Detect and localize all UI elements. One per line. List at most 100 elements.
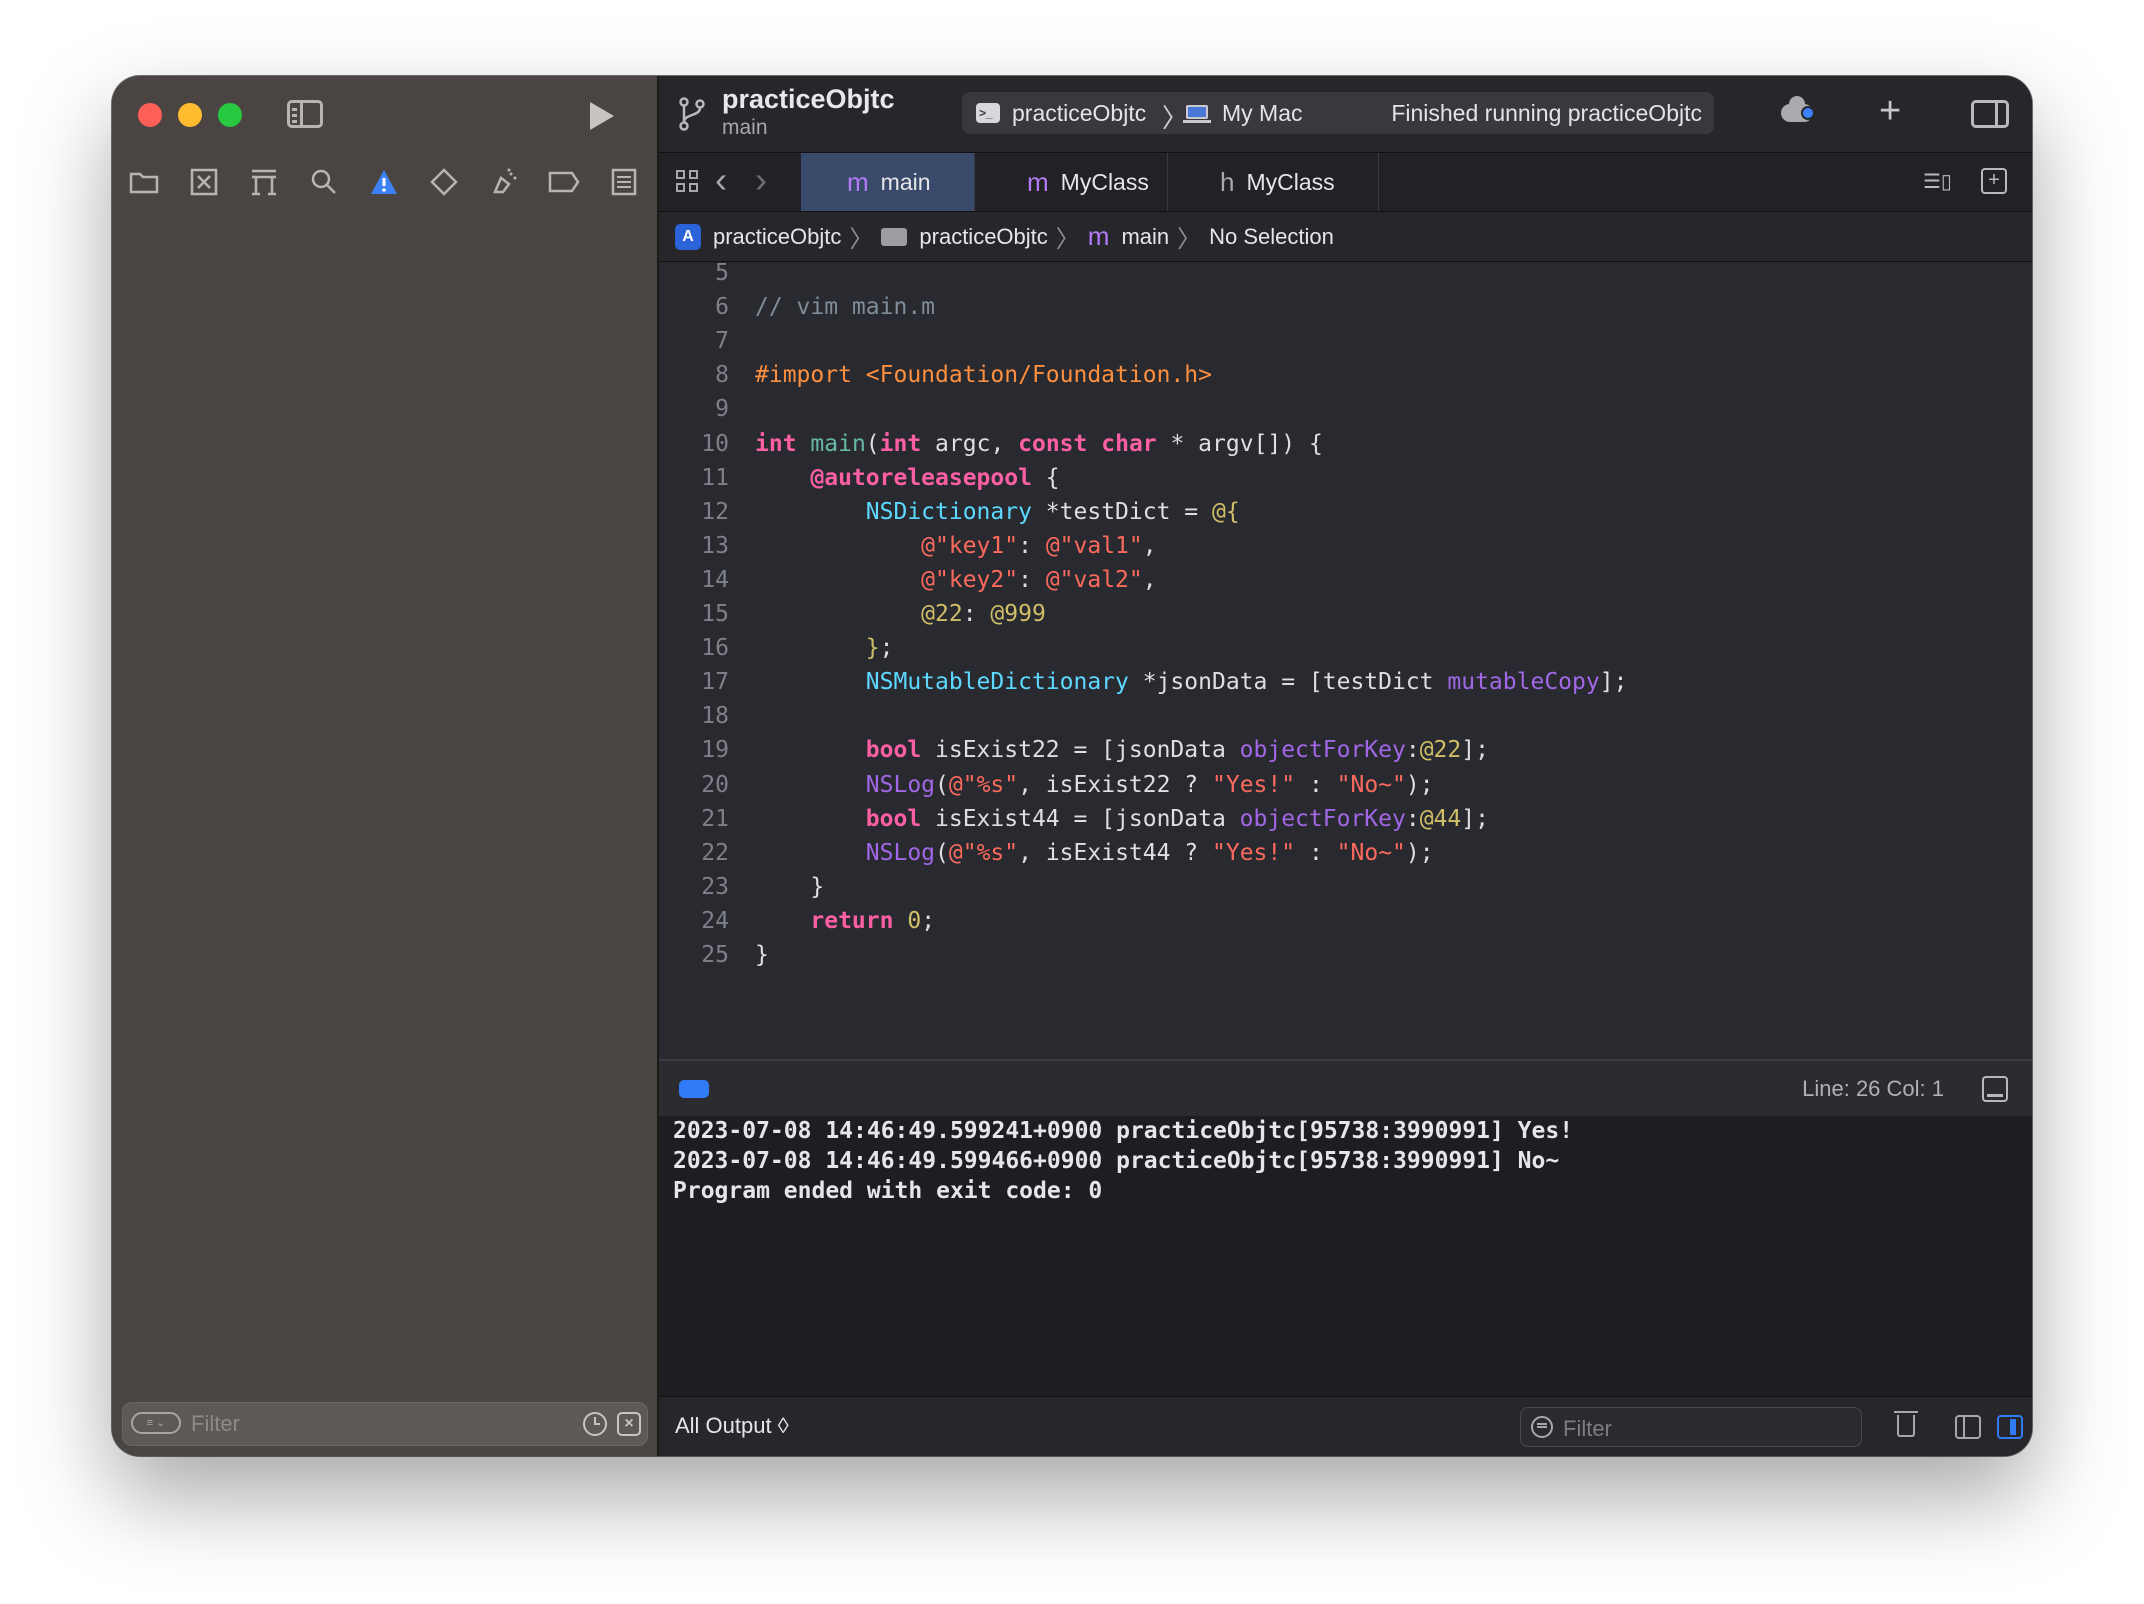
tab-main[interactable]: m main: [801, 153, 975, 211]
toggle-navigator-icon[interactable]: [287, 100, 323, 128]
close-window-button[interactable]: [138, 103, 162, 127]
code-line[interactable]: 11 @autoreleasepool {: [659, 461, 2032, 495]
breakpoints-toggle-button[interactable]: [679, 1080, 709, 1098]
breadcrumb-selection[interactable]: No Selection: [1209, 224, 1334, 250]
code-text: NSLog(@"%s", isExist22 ? "Yes!" : "No~")…: [865, 771, 1434, 798]
line-number: 25: [701, 942, 729, 968]
source-control-filter-icon[interactable]: ×: [617, 1412, 641, 1436]
zoom-window-button[interactable]: [218, 103, 242, 127]
code-line[interactable]: 21 bool isExist44 = [jsonData objectForK…: [659, 802, 2032, 836]
line-number: 24: [701, 907, 729, 934]
line-number: 14: [701, 566, 729, 593]
branch-icon[interactable]: [677, 96, 707, 132]
output-selector[interactable]: All Output ◊: [675, 1413, 789, 1439]
code-line[interactable]: 20 NSLog(@"%s", isExist22 ? "Yes!" : "No…: [659, 768, 2032, 802]
chevron-right-icon: 〉: [849, 226, 874, 253]
toggle-debug-area-icon[interactable]: [1982, 1076, 2008, 1102]
code-text: bool isExist22 = [jsonData objectForKey:…: [865, 737, 1489, 764]
report-icon[interactable]: [608, 166, 640, 198]
show-console-view-icon[interactable]: [1997, 1415, 2023, 1439]
toggle-inspector-icon[interactable]: [1971, 100, 2009, 128]
find-icon[interactable]: [308, 166, 340, 198]
console-footer: All Output ◊ Filter: [659, 1396, 2032, 1456]
line-number: 20: [701, 771, 729, 798]
xcode-window: ≡ ⌄ Filter × practiceObjtc main >_ pract…: [112, 76, 2032, 1456]
debug-icon[interactable]: [488, 166, 520, 198]
chevron-right-icon: 〉: [1162, 103, 1189, 133]
add-editor-icon[interactable]: +: [1981, 168, 2007, 194]
show-variables-view-icon[interactable]: [1955, 1415, 1981, 1439]
code-text: };: [865, 635, 894, 662]
add-library-icon[interactable]: +: [1879, 90, 1901, 133]
code-line[interactable]: 9: [659, 392, 2032, 426]
code-line[interactable]: 15 @22: @999: [659, 597, 2032, 631]
console-line: Program ended with exit code: 0: [673, 1178, 1103, 1204]
code-line[interactable]: 17 NSMutableDictionary *jsonData = [test…: [659, 665, 2032, 699]
line-number: 16: [701, 635, 729, 662]
code-line[interactable]: 7: [659, 324, 2032, 358]
code-line[interactable]: 18: [659, 699, 2032, 733]
source-control-icon[interactable]: [188, 166, 220, 198]
code-text: @"key1": @"val1",: [921, 532, 1157, 559]
chevron-right-icon: 〉: [1177, 226, 1202, 253]
line-number: 17: [701, 669, 729, 696]
window-toolbar: practiceObjtc main >_ practiceObjtc 〉 My…: [659, 76, 2032, 153]
line-number: 19: [701, 737, 729, 764]
code-line[interactable]: 5: [659, 263, 2032, 290]
code-line[interactable]: 10 int main(int argc, const char * argv[]…: [659, 427, 2032, 461]
symbol-icon[interactable]: [248, 166, 280, 198]
destination-selector[interactable]: My Mac: [1222, 100, 1303, 127]
scheme-selector[interactable]: practiceObjtc: [1012, 100, 1146, 127]
trash-icon[interactable]: [1894, 1411, 1918, 1437]
run-button[interactable]: [590, 102, 614, 130]
filter-options-icon[interactable]: ≡ ⌄: [131, 1412, 181, 1434]
console-filter[interactable]: Filter: [1520, 1407, 1862, 1447]
related-items-grid-icon[interactable]: [676, 170, 700, 194]
cloud-icon[interactable]: [1781, 96, 1815, 122]
objc-source-icon: m: [1087, 221, 1110, 251]
branch-name[interactable]: main: [722, 116, 768, 140]
tab-myclass-h[interactable]: h MyClass: [1168, 153, 1379, 211]
code-text: // vim main.m: [755, 294, 936, 321]
tab-label: MyClass: [1060, 168, 1149, 195]
tab-label: MyClass: [1246, 168, 1335, 195]
project-name[interactable]: practiceObjtc: [722, 84, 895, 115]
code-line[interactable]: 19 bool isExist22 = [jsonData objectForK…: [659, 733, 2032, 767]
code-line[interactable]: 24 return 0;: [659, 904, 2032, 938]
console-filter-input[interactable]: Filter: [1563, 1416, 1612, 1442]
breadcrumb-file[interactable]: main: [1121, 224, 1169, 250]
minimize-window-button[interactable]: [178, 103, 202, 127]
navigator-filter-bar[interactable]: ≡ ⌄ Filter ×: [122, 1402, 648, 1446]
code-line[interactable]: 25}: [659, 938, 2032, 972]
line-number: 18: [701, 703, 729, 730]
line-number: 6: [715, 294, 729, 321]
chevron-right-nav-icon[interactable]: ›: [755, 159, 767, 201]
code-line[interactable]: 14 @"key2": @"val2",: [659, 563, 2032, 597]
breakpoint-icon[interactable]: [548, 166, 580, 198]
line-number: 5: [715, 263, 729, 286]
code-line[interactable]: 6 // vim main.m: [659, 290, 2032, 324]
source-editor[interactable]: 5 6 // vim main.m 7 8 #import <Foundation/Fou…: [659, 263, 2032, 1059]
breadcrumb-project[interactable]: practiceObjtc: [713, 224, 841, 250]
breadcrumb-folder[interactable]: practiceObjtc: [919, 224, 1047, 250]
line-number: 10: [701, 430, 729, 457]
navigator-filter-input[interactable]: Filter: [191, 1411, 240, 1437]
tab-myclass-m[interactable]: m MyClass: [975, 153, 1168, 211]
code-line[interactable]: 12 NSDictionary *testDict = @{: [659, 495, 2032, 529]
editor-options-icon[interactable]: ☰▯: [1923, 169, 1963, 195]
activity-status: Finished running practiceObjtc: [1391, 100, 1702, 126]
terminal-icon: >_: [976, 103, 1000, 123]
code-line[interactable]: 13 @"key1": @"val1",: [659, 529, 2032, 563]
folder-icon[interactable]: [128, 166, 160, 198]
test-icon[interactable]: [428, 166, 460, 198]
code-line[interactable]: 22 NSLog(@"%s", isExist44 ? "Yes!" : "No…: [659, 836, 2032, 870]
chevron-left-icon[interactable]: ‹: [715, 159, 727, 201]
code-text: @autoreleasepool {: [810, 464, 1060, 491]
tab-label: main: [880, 168, 931, 195]
issue-warning-icon[interactable]: [368, 166, 400, 198]
code-line[interactable]: 16 };: [659, 631, 2032, 665]
console-output[interactable]: 2023-07-08 14:46:49.599241+0900 practice…: [659, 1116, 2032, 1396]
recent-files-icon[interactable]: [583, 1412, 607, 1436]
code-line[interactable]: 23 }: [659, 870, 2032, 904]
code-line[interactable]: 8 #import <Foundation/Foundation.h>: [659, 358, 2032, 392]
